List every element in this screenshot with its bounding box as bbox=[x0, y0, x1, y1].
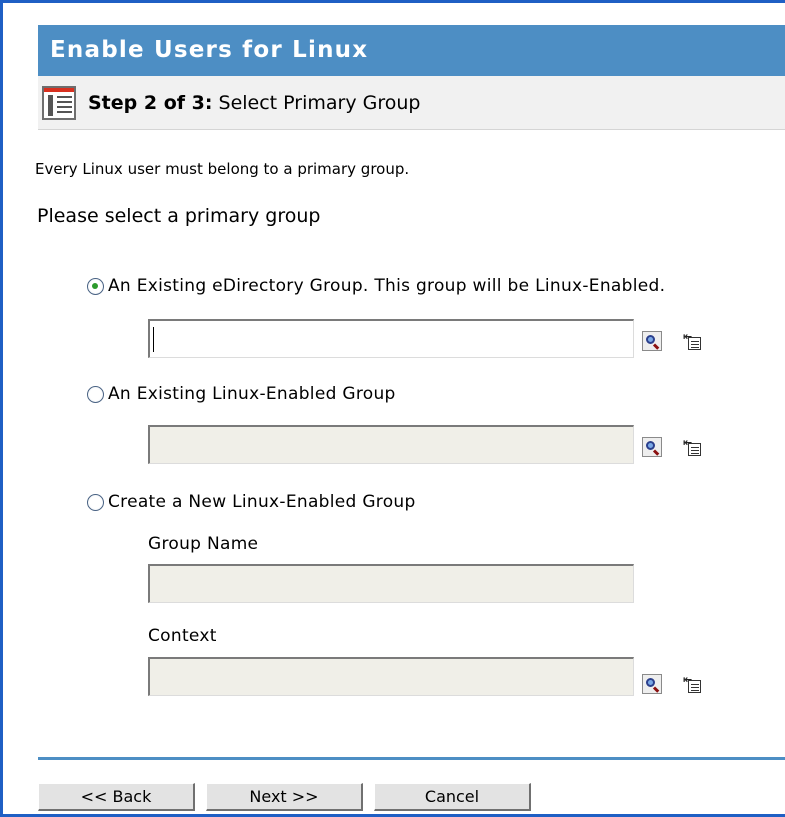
browse-icon[interactable]: ⇤ bbox=[683, 331, 703, 351]
option-existing-edirectory-group[interactable]: An Existing eDirectory Group. This group… bbox=[87, 276, 665, 296]
browse-icon[interactable]: ⇤ bbox=[683, 674, 703, 694]
radio-existing-edirectory-group[interactable] bbox=[87, 277, 104, 295]
cancel-button[interactable]: Cancel bbox=[374, 783, 531, 811]
step-header: Step 2 of 3: Select Primary Group bbox=[38, 76, 785, 130]
search-icon[interactable] bbox=[642, 331, 662, 351]
browse-icon[interactable]: ⇤ bbox=[683, 437, 703, 457]
radio-existing-linux-group[interactable] bbox=[87, 385, 104, 403]
option-create-new-label: Create a New Linux-Enabled Group bbox=[108, 492, 416, 512]
option-create-new-group[interactable]: Create a New Linux-Enabled Group bbox=[87, 492, 416, 512]
wizard-step-icon bbox=[42, 85, 76, 120]
option-existing-linux-group[interactable]: An Existing Linux-Enabled Group bbox=[87, 384, 396, 404]
footer-divider bbox=[38, 757, 785, 760]
page-title: Enable Users for Linux bbox=[38, 25, 785, 76]
context-label: Context bbox=[148, 626, 217, 646]
step-indicator: Step 2 of 3: Select Primary Group bbox=[88, 92, 420, 114]
option-existing-linux-label: An Existing Linux-Enabled Group bbox=[108, 384, 396, 404]
search-icon[interactable] bbox=[642, 437, 662, 457]
radio-create-new-group[interactable] bbox=[87, 493, 104, 511]
step-description: Select Primary Group bbox=[218, 91, 421, 114]
group-name-label: Group Name bbox=[148, 534, 259, 554]
option-existing-edirectory-label: An Existing eDirectory Group. This group… bbox=[108, 276, 666, 296]
window-border-top bbox=[0, 0, 785, 3]
back-button[interactable]: << Back bbox=[38, 783, 195, 811]
search-icon[interactable] bbox=[642, 674, 662, 694]
step-number: Step 2 of 3: bbox=[88, 91, 213, 114]
section-heading: Please select a primary group bbox=[37, 205, 321, 227]
text-caret bbox=[153, 327, 154, 352]
existing-linux-group-input[interactable] bbox=[148, 425, 634, 464]
context-input[interactable] bbox=[148, 657, 634, 696]
existing-edirectory-group-input[interactable] bbox=[148, 319, 634, 358]
group-name-input[interactable] bbox=[148, 564, 634, 603]
window-border-left bbox=[0, 0, 3, 817]
next-button[interactable]: Next >> bbox=[206, 783, 363, 811]
intro-text: Every Linux user must belong to a primar… bbox=[35, 160, 410, 178]
